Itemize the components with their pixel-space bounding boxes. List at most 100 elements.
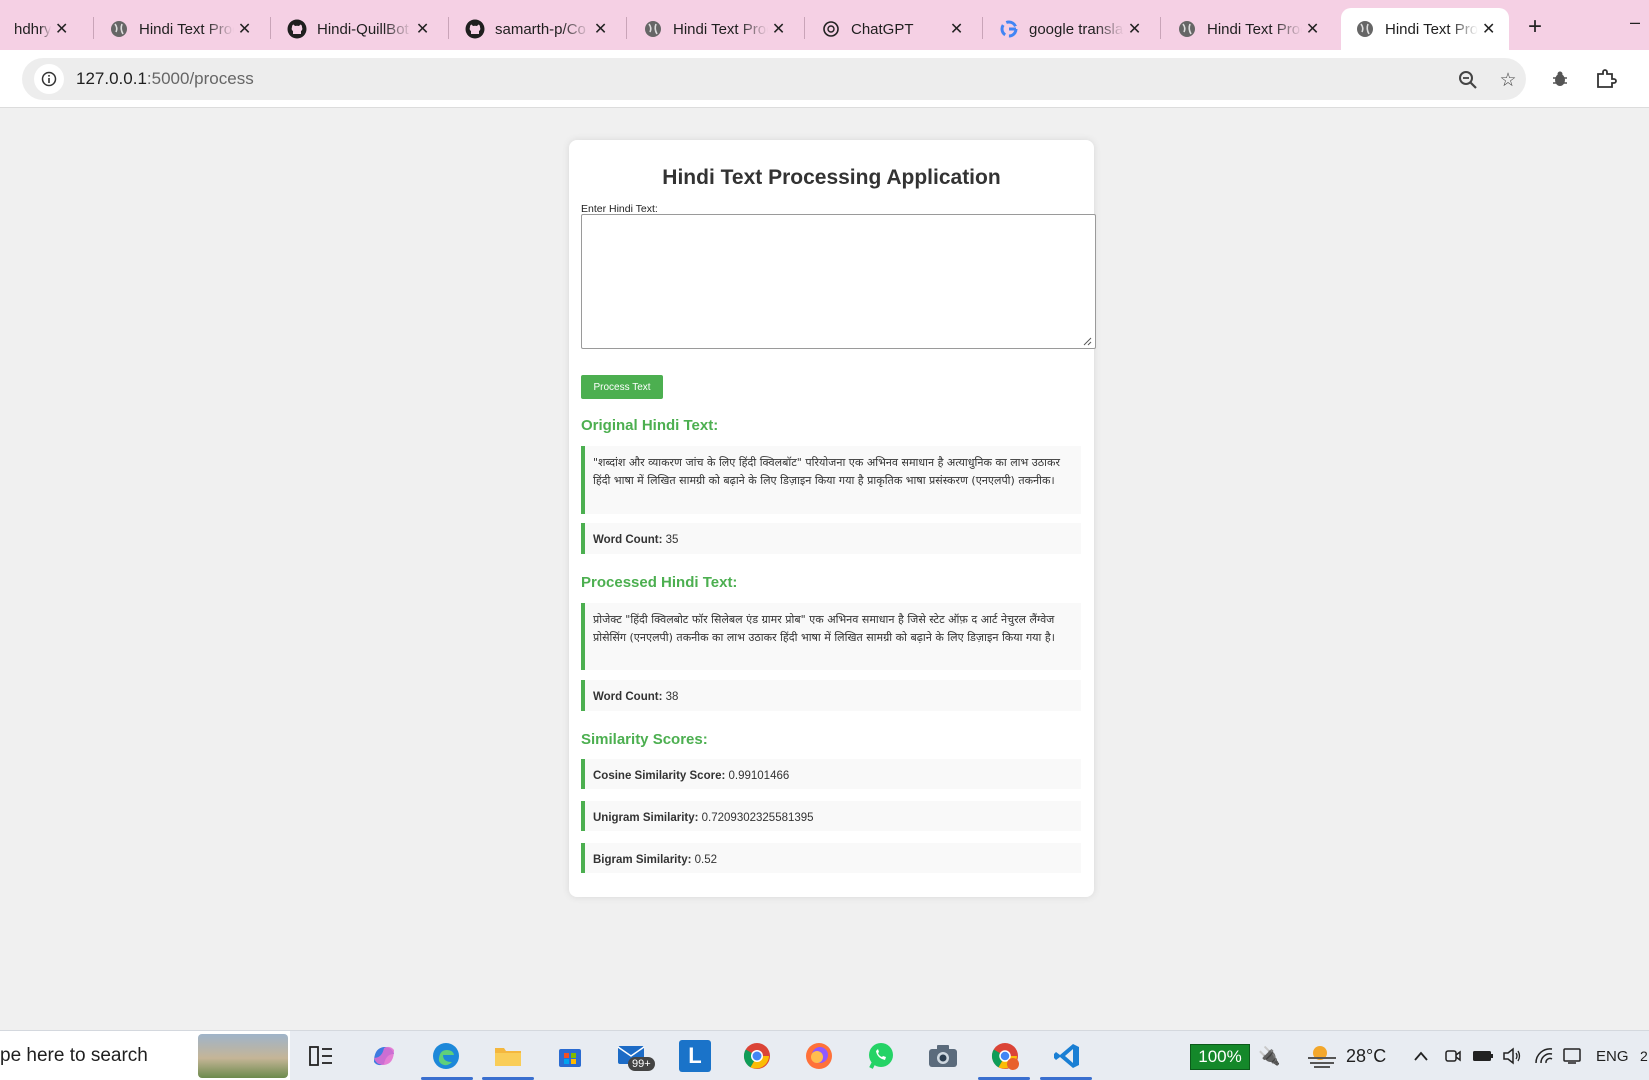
processed-word-count: Word Count: 38 <box>581 680 1081 711</box>
close-icon[interactable]: ✕ <box>51 18 72 40</box>
meet-icon[interactable] <box>1444 1031 1462 1080</box>
close-icon[interactable]: ✕ <box>1302 18 1323 40</box>
extension-bug-icon[interactable] <box>1546 65 1574 93</box>
original-text-box: "शब्दांश और व्याकरण जांच के लिए हिंदी क्… <box>581 446 1081 514</box>
browser-toolbar: 127.0.0.1:5000/process ☆ <box>0 50 1649 108</box>
tab-hindi-text-active[interactable]: Hindi Text Processing ✕ <box>1341 8 1509 50</box>
file-explorer-icon[interactable] <box>492 1040 524 1072</box>
processed-heading: Processed Hindi Text: <box>581 574 738 591</box>
process-text-button[interactable]: Process Text <box>581 375 663 399</box>
chatgpt-icon <box>821 19 841 39</box>
tab-github-1[interactable]: hdhry/H ✕ <box>0 8 82 50</box>
close-icon[interactable]: ✕ <box>590 18 611 40</box>
minimize-icon[interactable]: – <box>1630 12 1640 33</box>
language-indicator[interactable]: ENG <box>1596 1031 1629 1080</box>
l-app-icon[interactable]: L <box>679 1040 711 1072</box>
clock[interactable]: 2 <box>1640 1031 1648 1080</box>
tab-label: Hindi Text Processing <box>1207 20 1302 38</box>
close-icon[interactable]: ✕ <box>234 18 255 40</box>
bookmark-star-icon[interactable]: ☆ <box>1496 68 1520 92</box>
wifi-icon[interactable] <box>1534 1031 1554 1080</box>
store-icon[interactable] <box>554 1040 586 1072</box>
github-icon <box>465 19 485 39</box>
close-icon[interactable]: ✕ <box>412 18 433 40</box>
battery-percent: 100% <box>1190 1044 1250 1070</box>
plug-icon: 🔌 <box>1258 1045 1281 1066</box>
globe-icon <box>1355 19 1375 39</box>
zoom-icon[interactable] <box>1456 68 1480 92</box>
task-view-icon[interactable] <box>305 1040 337 1072</box>
github-icon <box>287 19 307 39</box>
taskbar-search-box[interactable]: pe here to search <box>0 1031 290 1080</box>
tab-hindi-text-2[interactable]: Hindi Text Processing ✕ <box>629 8 799 50</box>
new-tab-button[interactable]: + <box>1520 12 1550 42</box>
close-icon[interactable]: ✕ <box>768 18 789 40</box>
close-icon[interactable]: ✕ <box>1124 18 1145 40</box>
chevron-up-icon[interactable] <box>1413 1031 1429 1080</box>
firefox-icon[interactable] <box>803 1040 835 1072</box>
hindi-text-input[interactable] <box>581 214 1096 349</box>
battery-icon[interactable] <box>1472 1031 1494 1080</box>
tab-label: Hindi Text Processing <box>673 20 768 38</box>
word-count-label: Word Count: <box>593 691 663 703</box>
search-highlight-image <box>198 1034 288 1078</box>
display-icon[interactable] <box>1562 1031 1582 1080</box>
word-count-value: 38 <box>665 691 679 703</box>
tab-label: Hindi Text Processing <box>1385 20 1479 38</box>
cosine-label: Cosine Similarity Score: <box>593 770 726 782</box>
url-path: :5000/process <box>146 69 254 88</box>
volume-icon[interactable] <box>1502 1031 1522 1080</box>
tab-label: Hindi-QuillBot <box>317 20 409 38</box>
tab-label: hdhry/H <box>14 20 52 38</box>
bigram-value: 0.52 <box>694 854 718 866</box>
resize-grip-icon[interactable] <box>1082 336 1092 346</box>
tab-hindi-text-3[interactable]: Hindi Text Processing ✕ <box>1163 8 1333 50</box>
page-title: Hindi Text Processing Application <box>662 166 1001 189</box>
google-icon <box>999 19 1019 39</box>
weather-icon[interactable] <box>1306 1031 1338 1080</box>
globe-icon <box>109 19 129 39</box>
search-placeholder: pe here to search <box>0 1045 148 1066</box>
unigram-value: 0.7209302325581395 <box>701 812 814 824</box>
tab-label: google translate <box>1029 20 1124 38</box>
url-text[interactable]: 127.0.0.1:5000/process <box>76 69 254 89</box>
globe-icon <box>643 19 663 39</box>
globe-icon <box>1177 19 1197 39</box>
bigram-label: Bigram Similarity: <box>593 854 692 866</box>
unigram-label: Unigram Similarity: <box>593 812 699 824</box>
processed-text-box: प्रोजेक्ट "हिंदी क्विलबोट फॉर सिलेबल एंड… <box>581 603 1081 670</box>
site-info-icon[interactable] <box>34 64 64 94</box>
tab-chatgpt[interactable]: ChatGPT ✕ <box>807 8 977 50</box>
original-heading: Original Hindi Text: <box>581 417 719 434</box>
tab-label: samarth-p/Co <box>495 20 586 38</box>
temperature[interactable]: 28°C <box>1346 1031 1386 1080</box>
tab-strip: hdhry/H ✕ Hindi Text Processing ✕ Hindi-… <box>0 0 1649 50</box>
bigram-similarity-row: Bigram Similarity: 0.52 <box>581 843 1081 873</box>
vscode-icon[interactable] <box>1051 1040 1083 1072</box>
word-count-label: Word Count: <box>593 534 663 546</box>
camera-icon[interactable] <box>927 1040 959 1072</box>
original-word-count: Word Count: 35 <box>581 523 1081 554</box>
whatsapp-icon[interactable] <box>865 1040 897 1072</box>
edge-icon[interactable] <box>430 1040 462 1072</box>
unigram-similarity-row: Unigram Similarity: 0.7209302325581395 <box>581 801 1081 831</box>
tab-samarth[interactable]: samarth-p/Co ✕ <box>451 8 621 50</box>
tab-hindi-quillbot[interactable]: Hindi-QuillBot ✕ <box>273 8 443 50</box>
address-bar[interactable]: 127.0.0.1:5000/process ☆ <box>22 58 1526 100</box>
word-count-value: 35 <box>665 534 679 546</box>
mail-badge: 99+ <box>628 1057 655 1071</box>
windows-taskbar: pe here to search 99+ L 100% 🔌 28°C ENG … <box>0 1030 1649 1080</box>
close-icon[interactable]: ✕ <box>946 18 967 40</box>
cosine-value: 0.99101466 <box>728 770 790 782</box>
app-container: Hindi Text Processing Application Enter … <box>569 140 1096 897</box>
chrome-profile-icon[interactable] <box>989 1040 1021 1072</box>
copilot-icon[interactable] <box>368 1040 400 1072</box>
extensions-puzzle-icon[interactable] <box>1592 65 1620 93</box>
tab-hindi-text-1[interactable]: Hindi Text Processing ✕ <box>95 8 265 50</box>
chrome-icon[interactable] <box>741 1040 773 1072</box>
close-icon[interactable]: ✕ <box>1478 18 1499 40</box>
url-host: 127.0.0.1 <box>76 69 147 88</box>
tab-label: Hindi Text Processing <box>139 20 234 38</box>
similarity-heading: Similarity Scores: <box>581 731 708 748</box>
tab-google-translate[interactable]: google translate ✕ <box>985 8 1155 50</box>
